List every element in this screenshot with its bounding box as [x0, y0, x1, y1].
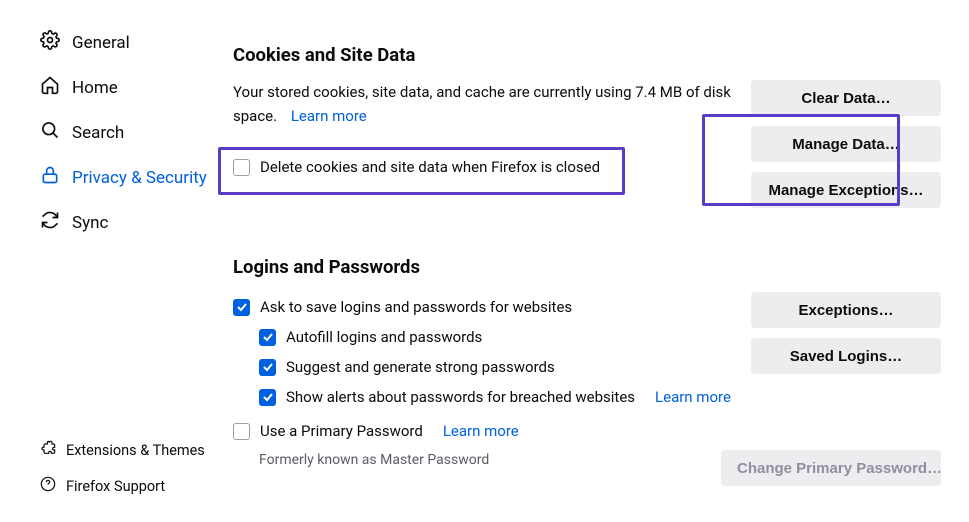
- suggest-row[interactable]: Suggest and generate strong passwords: [233, 352, 733, 382]
- clear-data-button[interactable]: Clear Data…: [751, 80, 941, 116]
- sidebar-item-label: Extensions & Themes: [66, 442, 205, 459]
- delete-cookies-row[interactable]: Delete cookies and site data when Firefo…: [233, 152, 733, 182]
- sidebar-item-general[interactable]: General: [0, 20, 225, 65]
- sidebar-item-label: Firefox Support: [66, 478, 165, 495]
- sidebar: General Home Search Privacy & Security S…: [0, 0, 225, 522]
- gear-icon: [40, 30, 60, 55]
- alerts-row[interactable]: Show alerts about passwords for breached…: [233, 382, 733, 412]
- alerts-checkbox[interactable]: [259, 389, 276, 406]
- sidebar-item-search[interactable]: Search: [0, 110, 225, 155]
- suggest-checkbox[interactable]: [259, 359, 276, 376]
- section-cookies: Cookies and Site Data Your stored cookie…: [229, 44, 941, 208]
- cookies-description: Your stored cookies, site data, and cach…: [233, 80, 733, 128]
- section-title-cookies: Cookies and Site Data: [229, 44, 941, 66]
- saved-logins-button[interactable]: Saved Logins…: [751, 338, 941, 374]
- ask-save-label: Ask to save logins and passwords for web…: [260, 298, 572, 316]
- delete-cookies-checkbox[interactable]: [233, 159, 250, 176]
- help-icon: [40, 476, 56, 496]
- suggest-label: Suggest and generate strong passwords: [286, 358, 555, 376]
- search-icon: [40, 120, 60, 145]
- main-content: Cookies and Site Data Your stored cookie…: [225, 0, 969, 522]
- sidebar-item-extensions[interactable]: Extensions & Themes: [0, 432, 225, 468]
- sync-icon: [40, 210, 60, 235]
- sidebar-item-privacy-security[interactable]: Privacy & Security: [0, 155, 225, 200]
- sidebar-item-home[interactable]: Home: [0, 65, 225, 110]
- sidebar-item-support[interactable]: Firefox Support: [0, 468, 225, 504]
- section-logins: Logins and Passwords Ask to save logins …: [229, 256, 941, 486]
- sidebar-item-label: Privacy & Security: [72, 168, 207, 188]
- home-icon: [40, 75, 60, 100]
- sidebar-item-sync[interactable]: Sync: [0, 200, 225, 245]
- primary-password-note: Formerly known as Master Password: [233, 452, 733, 468]
- cookies-learn-more-link[interactable]: Learn more: [291, 107, 367, 125]
- exceptions-button[interactable]: Exceptions…: [751, 292, 941, 328]
- alerts-label: Show alerts about passwords for breached…: [286, 388, 635, 406]
- lock-icon: [40, 165, 60, 190]
- primary-learn-more-link[interactable]: Learn more: [443, 422, 519, 440]
- ask-save-checkbox[interactable]: [233, 299, 250, 316]
- alerts-learn-more-link[interactable]: Learn more: [655, 388, 731, 406]
- manage-exceptions-button[interactable]: Manage Exceptions…: [751, 172, 941, 208]
- primary-password-row[interactable]: Use a Primary Password Learn more: [233, 416, 733, 446]
- primary-password-label: Use a Primary Password: [260, 422, 423, 440]
- manage-data-button[interactable]: Manage Data…: [751, 126, 941, 162]
- puzzle-icon: [40, 440, 56, 460]
- autofill-label: Autofill logins and passwords: [286, 328, 482, 346]
- sidebar-item-label: Sync: [72, 213, 108, 233]
- sidebar-item-label: General: [72, 33, 130, 53]
- change-primary-password-button: Change Primary Password…: [721, 450, 941, 486]
- autofill-checkbox[interactable]: [259, 329, 276, 346]
- delete-cookies-label: Delete cookies and site data when Firefo…: [260, 158, 600, 176]
- autofill-row[interactable]: Autofill logins and passwords: [233, 322, 733, 352]
- sidebar-item-label: Search: [72, 123, 124, 143]
- sidebar-item-label: Home: [72, 78, 118, 98]
- ask-save-row[interactable]: Ask to save logins and passwords for web…: [233, 292, 733, 322]
- primary-password-checkbox[interactable]: [233, 423, 250, 440]
- section-title-logins: Logins and Passwords: [229, 256, 941, 278]
